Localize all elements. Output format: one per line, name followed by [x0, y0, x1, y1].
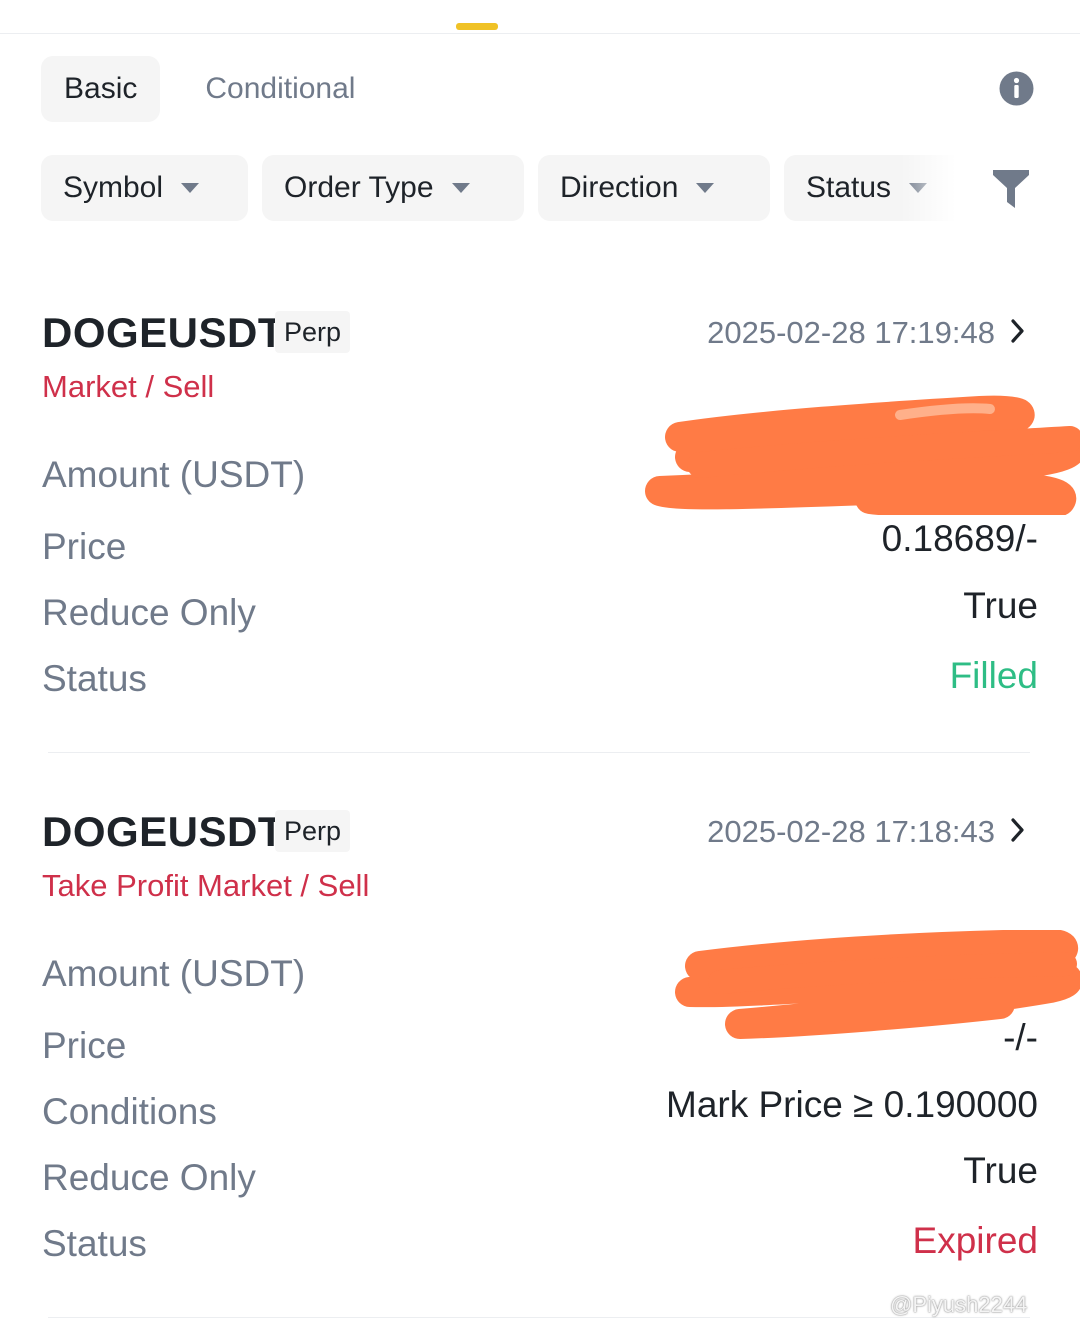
chevron-right-icon[interactable]: [1008, 816, 1028, 844]
order-type-filter[interactable]: Order Type: [262, 155, 524, 221]
tab-basic[interactable]: Basic: [41, 56, 161, 122]
order-time: 2025-02-28 17:19:48: [707, 315, 995, 350]
reduce-only-label: Reduce Only: [42, 592, 256, 633]
order-time: 2025-02-28 17:18:43: [707, 814, 995, 849]
order-mode-toggle: Basic Conditional: [41, 56, 378, 122]
reduce-only-row: Reduce Only True: [42, 585, 1038, 642]
price-label: Price: [42, 526, 127, 567]
reduce-only-label: Reduce Only: [42, 1157, 256, 1198]
symbol-filter[interactable]: Symbol: [41, 155, 248, 221]
top-tab-strip: [0, 0, 1080, 34]
direction-filter-label: Direction: [560, 171, 679, 204]
conditions-row: Conditions Mark Price ≥ 0.190000: [42, 1084, 1038, 1141]
watermark: @Piyush2244: [890, 1292, 1028, 1317]
amount-label: Amount (USDT): [42, 454, 306, 495]
order-type-filter-label: Order Type: [284, 171, 434, 204]
redaction-scribble: [675, 930, 1080, 1039]
caret-down-icon: [451, 183, 470, 193]
price-row: Price 0.18689/-: [42, 518, 1038, 576]
order-history-screen: Basic Conditional Symbol Order Type Dire…: [0, 0, 1080, 1329]
price-value: 0.18689/-: [881, 518, 1038, 559]
symbol-filter-label: Symbol: [63, 171, 164, 204]
status-row: Status Filled: [42, 655, 1038, 708]
chips-fade: [900, 155, 980, 221]
reduce-only-row: Reduce Only True: [42, 1150, 1038, 1207]
contract-badge: Perp: [275, 311, 351, 353]
caret-down-icon: [181, 183, 200, 193]
conditions-label: Conditions: [42, 1091, 217, 1132]
filter-icon[interactable]: [993, 170, 1029, 208]
status-row: Status Expired: [42, 1220, 1038, 1273]
order-symbol: DOGEUSDT: [42, 309, 285, 356]
contract-badge: Perp: [275, 810, 351, 852]
reduce-only-value: True: [963, 585, 1038, 626]
card-divider: [48, 752, 1030, 753]
redaction-scribble: [645, 395, 1080, 515]
active-tab-indicator: [456, 23, 498, 30]
reduce-only-value: True: [963, 1150, 1038, 1191]
info-icon[interactable]: [999, 71, 1034, 106]
filter-bar: Symbol Order Type Direction Status: [41, 155, 988, 221]
status-label: Status: [42, 1223, 147, 1264]
status-value: Expired: [912, 1220, 1038, 1261]
status-value: Filled: [949, 655, 1038, 696]
amount-label: Amount (USDT): [42, 953, 306, 994]
direction-filter[interactable]: Direction: [538, 155, 770, 221]
caret-down-icon: [696, 183, 715, 193]
tab-conditional[interactable]: Conditional: [182, 56, 378, 122]
chevron-right-icon[interactable]: [1008, 317, 1028, 345]
card-divider: [48, 1317, 1030, 1318]
price-label: Price: [42, 1025, 127, 1066]
order-type-side: Market / Sell: [42, 369, 215, 404]
status-filter-label: Status: [806, 171, 892, 204]
order-symbol: DOGEUSDT: [42, 808, 285, 855]
order-type-side: Take Profit Market / Sell: [42, 868, 370, 903]
conditions-value: Mark Price ≥ 0.190000: [666, 1084, 1038, 1125]
status-label: Status: [42, 658, 147, 699]
